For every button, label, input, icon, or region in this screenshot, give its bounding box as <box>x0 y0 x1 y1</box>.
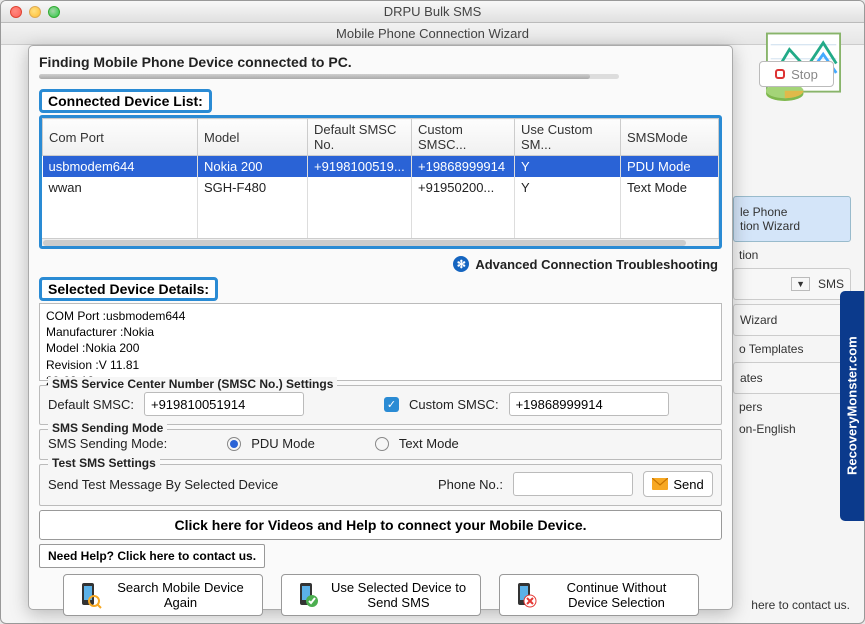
test-sms-group: Test SMS Settings Send Test Message By S… <box>39 464 722 506</box>
custom-smsc-label: Custom SMSC: <box>409 397 499 412</box>
custom-smsc-checkbox[interactable]: ✓ <box>384 397 399 412</box>
title-bar: DRPU Bulk SMS <box>1 1 864 23</box>
table-row <box>43 218 719 238</box>
table-scrollbar[interactable] <box>42 238 719 246</box>
side-banner[interactable]: RecoveryMonster.com <box>840 291 864 521</box>
envelope-icon <box>652 478 668 490</box>
finding-heading: Finding Mobile Phone Device connected to… <box>39 54 722 70</box>
text-mode-radio[interactable] <box>375 437 389 451</box>
phone-check-icon <box>292 581 320 609</box>
close-icon[interactable] <box>10 6 22 18</box>
window-title: DRPU Bulk SMS <box>1 4 864 19</box>
table-row[interactable]: usbmodem644Nokia 200+9198100519...+19868… <box>43 156 719 178</box>
custom-smsc-input[interactable] <box>509 392 669 416</box>
phone-cancel-icon <box>510 581 538 609</box>
device-table[interactable]: Com Port Model Default SMSC No. Custom S… <box>39 115 722 249</box>
background-contact-text: here to contact us. <box>751 598 850 612</box>
minimize-icon[interactable] <box>29 6 41 18</box>
send-button[interactable]: Send <box>643 471 713 497</box>
selected-device-details-label: Selected Device Details: <box>39 277 218 301</box>
window-subtitle: Mobile Phone Connection Wizard <box>1 23 864 45</box>
stop-button[interactable]: Stop <box>759 61 834 87</box>
table-row[interactable]: wwanSGH-F480+91950200...YText Mode <box>43 177 719 198</box>
gear-icon: ✻ <box>453 256 469 272</box>
search-mobile-again-button[interactable]: Search Mobile Device Again <box>63 574 263 616</box>
default-smsc-label: Default SMSC: <box>48 397 134 412</box>
progress-bar <box>39 74 619 79</box>
default-smsc-input[interactable] <box>144 392 304 416</box>
smsc-settings-group: SMS Service Center Number (SMSC No.) Set… <box>39 385 722 425</box>
use-selected-device-button[interactable]: Use Selected Device to Send SMS <box>281 574 481 616</box>
table-header-row: Com Port Model Default SMSC No. Custom S… <box>43 119 719 156</box>
advanced-troubleshooting-link[interactable]: ✻ Advanced Connection Troubleshooting <box>39 253 722 275</box>
device-details-box: COM Port :usbmodem644 Manufacturer :Noki… <box>39 303 722 381</box>
stop-icon <box>775 69 785 79</box>
phone-no-input[interactable] <box>513 472 633 496</box>
phone-search-icon <box>74 581 102 609</box>
table-row <box>43 198 719 218</box>
phone-no-label: Phone No.: <box>438 477 503 492</box>
wizard-dialog: Finding Mobile Phone Device connected to… <box>28 45 733 610</box>
contact-us-link[interactable]: Need Help? Click here to contact us. <box>39 544 265 568</box>
pdu-mode-radio[interactable] <box>227 437 241 451</box>
connected-device-list-label: Connected Device List: <box>39 89 212 113</box>
maximize-icon[interactable] <box>48 6 60 18</box>
videos-help-link[interactable]: Click here for Videos and Help to connec… <box>39 510 722 540</box>
background-sidebar: le Phonetion Wizard tion ▼SMS Wizard o T… <box>733 196 851 442</box>
send-test-label: Send Test Message By Selected Device <box>48 477 278 492</box>
sending-mode-label: SMS Sending Mode: <box>48 436 167 451</box>
continue-without-device-button[interactable]: Continue Without Device Selection <box>499 574 699 616</box>
